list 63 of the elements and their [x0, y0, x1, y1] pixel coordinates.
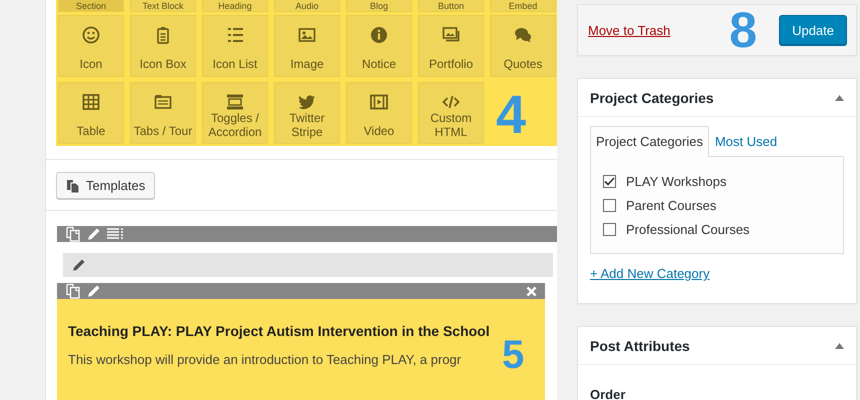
smiley-icon: [82, 26, 100, 44]
templates-icon: [66, 178, 80, 192]
element-tile[interactable]: Icon Box: [130, 15, 196, 77]
element-tile[interactable]: Audio: [274, 0, 340, 12]
element-tile[interactable]: Tabs / Tour: [130, 82, 196, 144]
element-tile[interactable]: Heading: [202, 0, 268, 12]
box-title: Project Categories: [590, 90, 714, 106]
clone-icon[interactable]: [65, 226, 81, 242]
category-label: PLAY Workshops: [626, 174, 726, 188]
film-icon: [370, 93, 388, 111]
element-tile[interactable]: Icon List: [202, 15, 268, 77]
step-number: 5: [502, 335, 524, 376]
pencil-icon[interactable]: [87, 227, 101, 242]
collapse-icon[interactable]: [835, 94, 844, 100]
checkbox[interactable]: [603, 222, 616, 236]
columns-icon[interactable]: [107, 228, 123, 240]
pencil-icon[interactable]: [72, 258, 86, 272]
element-tile[interactable]: Toggles / Accordion: [202, 82, 268, 144]
element-tile[interactable]: Custom HTML: [418, 82, 484, 144]
templates-button[interactable]: Templates: [56, 172, 156, 199]
tabs-icon: [154, 93, 172, 111]
order-label: Order: [589, 386, 626, 400]
element-tile[interactable]: Section: [58, 0, 124, 12]
clone-icon[interactable]: [65, 283, 81, 300]
gallery-icon: [442, 26, 460, 44]
step-number: 8: [729, 3, 758, 57]
update-button[interactable]: Update: [779, 15, 847, 45]
element-tile[interactable]: Icon: [58, 15, 124, 77]
box-title: Post Attributes: [590, 338, 690, 354]
clipboard-icon: [154, 26, 172, 44]
element-tile[interactable]: Twitter Stripe: [274, 82, 340, 144]
element-tile[interactable]: Text Block: [130, 0, 196, 12]
element-heading: Teaching PLAY: PLAY Project Autism Intervention in the School: [68, 323, 491, 340]
element-text: This workshop will provide an introduction to Teaching PLAY, a progr: [68, 352, 462, 368]
element-tile[interactable]: Embed: [490, 0, 556, 12]
table-icon: [82, 93, 100, 111]
element-tile[interactable]: Quotes: [490, 15, 556, 77]
pencil-icon[interactable]: [87, 284, 101, 298]
element-tile[interactable]: Table: [58, 82, 124, 144]
element-tile[interactable]: Portfolio: [418, 15, 484, 77]
add-new-category-link[interactable]: + Add New Category: [590, 266, 710, 281]
category-label: Professional Courses: [626, 222, 750, 236]
image-icon: [298, 26, 316, 44]
toggles-icon: [226, 93, 244, 111]
close-icon[interactable]: [526, 286, 537, 297]
bird-icon: [298, 93, 316, 111]
category-tab[interactable]: Project Categories: [590, 126, 709, 157]
category-tab[interactable]: Most Used: [708, 126, 784, 156]
list-icon: [226, 26, 244, 44]
code-icon: [442, 93, 460, 111]
step-number: 4: [496, 88, 526, 142]
info-icon: [370, 26, 388, 44]
checkbox[interactable]: [603, 174, 616, 188]
checkbox[interactable]: [603, 198, 616, 212]
comments-icon: [514, 26, 532, 44]
element-tile[interactable]: Blog: [346, 0, 412, 12]
element-tile[interactable]: Button: [418, 0, 484, 12]
category-label: Parent Courses: [626, 198, 716, 212]
move-to-trash-link[interactable]: Move to Trash: [588, 22, 670, 38]
element-tile[interactable]: Image: [274, 15, 340, 77]
element-tile[interactable]: Video: [346, 82, 412, 144]
collapse-icon[interactable]: [835, 342, 844, 348]
element-tile[interactable]: Notice: [346, 15, 412, 77]
